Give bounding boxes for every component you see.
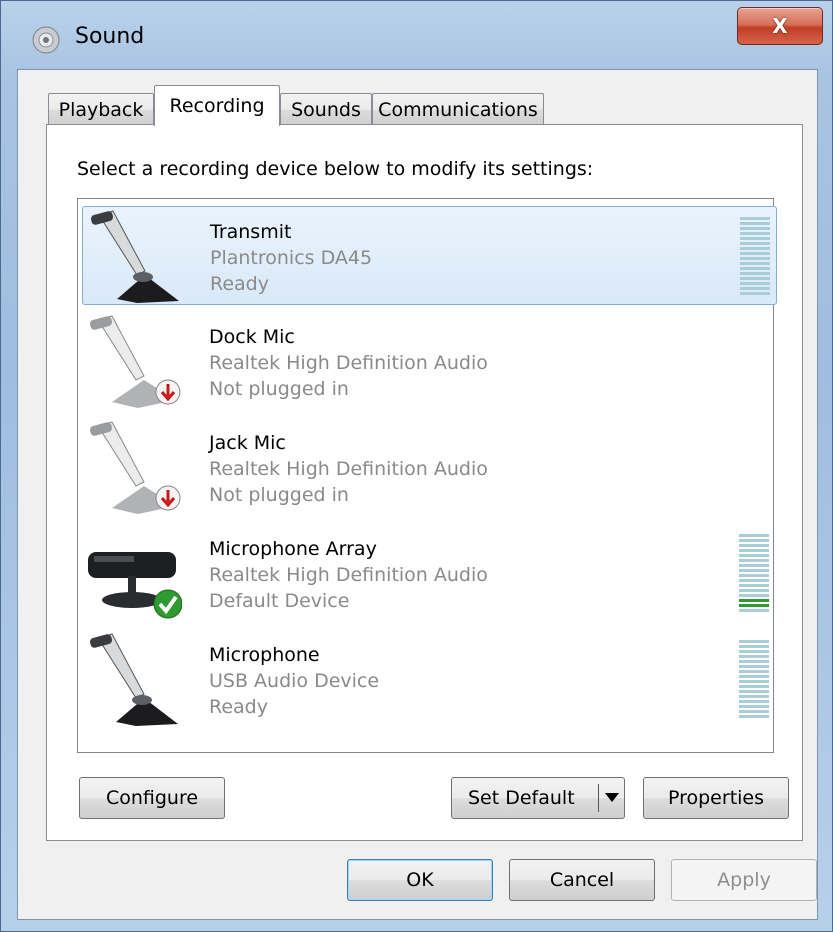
device-status: Not plugged in bbox=[209, 378, 349, 400]
title-bar[interactable]: Sound X bbox=[1, 1, 832, 71]
device-status: Not plugged in bbox=[209, 484, 349, 506]
level-meter bbox=[739, 534, 769, 612]
window-title: Sound bbox=[75, 24, 145, 49]
cancel-button[interactable]: Cancel bbox=[509, 859, 655, 901]
split-divider bbox=[598, 784, 599, 812]
device-driver: USB Audio Device bbox=[209, 670, 380, 692]
device-status: Ready bbox=[209, 696, 268, 718]
device-item-jack-mic[interactable]: Jack Mic Realtek High Definition Audio N… bbox=[82, 418, 777, 517]
microphone-icon bbox=[90, 210, 179, 303]
tab-label: Sounds bbox=[291, 98, 361, 121]
speaker-icon bbox=[32, 26, 60, 54]
device-list[interactable]: Transmit Plantronics DA45 Ready Dock Mic… bbox=[77, 198, 777, 753]
tab-playback[interactable]: Playback bbox=[48, 93, 154, 125]
device-item-microphone[interactable]: Microphone USB Audio Device Ready bbox=[82, 630, 777, 729]
device-driver: Realtek High Definition Audio bbox=[209, 458, 488, 480]
instruction-text: Select a recording device below to modif… bbox=[77, 158, 594, 180]
chevron-down-icon[interactable] bbox=[605, 793, 619, 802]
tab-recording[interactable]: Recording bbox=[154, 85, 280, 126]
ok-button[interactable]: OK bbox=[347, 859, 493, 901]
properties-button[interactable]: Properties bbox=[643, 777, 789, 819]
set-default-label: Set Default bbox=[468, 787, 575, 809]
device-name: Microphone Array bbox=[209, 538, 377, 560]
microphone-icon bbox=[89, 633, 178, 726]
close-button[interactable]: X bbox=[737, 7, 823, 45]
device-name: Dock Mic bbox=[209, 326, 295, 348]
recording-panel: Select a recording device below to modif… bbox=[46, 124, 803, 841]
set-default-split-button[interactable]: Set Default bbox=[451, 777, 625, 819]
device-name: Microphone bbox=[209, 644, 320, 666]
device-name: Jack Mic bbox=[209, 432, 286, 454]
microphone-array-default-icon bbox=[88, 552, 182, 619]
tab-label: Recording bbox=[169, 95, 265, 117]
dialog-client: Playback Recording Sounds Communications… bbox=[17, 69, 818, 920]
tab-communications[interactable]: Communications bbox=[372, 93, 544, 125]
device-item-microphone-array[interactable]: Microphone Array Realtek High Definition… bbox=[82, 524, 777, 623]
sound-dialog: Sound X Playback Recording Sounds Commun… bbox=[0, 0, 833, 932]
device-status: Ready bbox=[210, 273, 269, 295]
tab-label: Communications bbox=[378, 98, 538, 121]
device-driver: Realtek High Definition Audio bbox=[209, 564, 488, 586]
configure-button[interactable]: Configure bbox=[79, 777, 225, 819]
device-item-transmit[interactable]: Transmit Plantronics DA45 Ready bbox=[82, 206, 777, 305]
device-status: Default Device bbox=[209, 590, 350, 612]
microphone-unplugged-icon bbox=[89, 421, 181, 514]
level-meter bbox=[740, 217, 770, 295]
tab-sounds[interactable]: Sounds bbox=[280, 93, 372, 125]
device-name: Transmit bbox=[210, 221, 292, 243]
device-driver: Realtek High Definition Audio bbox=[209, 352, 488, 374]
tab-label: Playback bbox=[58, 98, 144, 121]
level-meter bbox=[739, 640, 769, 718]
device-item-dock-mic[interactable]: Dock Mic Realtek High Definition Audio N… bbox=[82, 312, 777, 411]
device-driver: Plantronics DA45 bbox=[210, 247, 373, 269]
apply-button[interactable]: Apply bbox=[671, 859, 817, 901]
close-icon: X bbox=[772, 14, 788, 38]
microphone-unplugged-icon bbox=[89, 315, 181, 408]
